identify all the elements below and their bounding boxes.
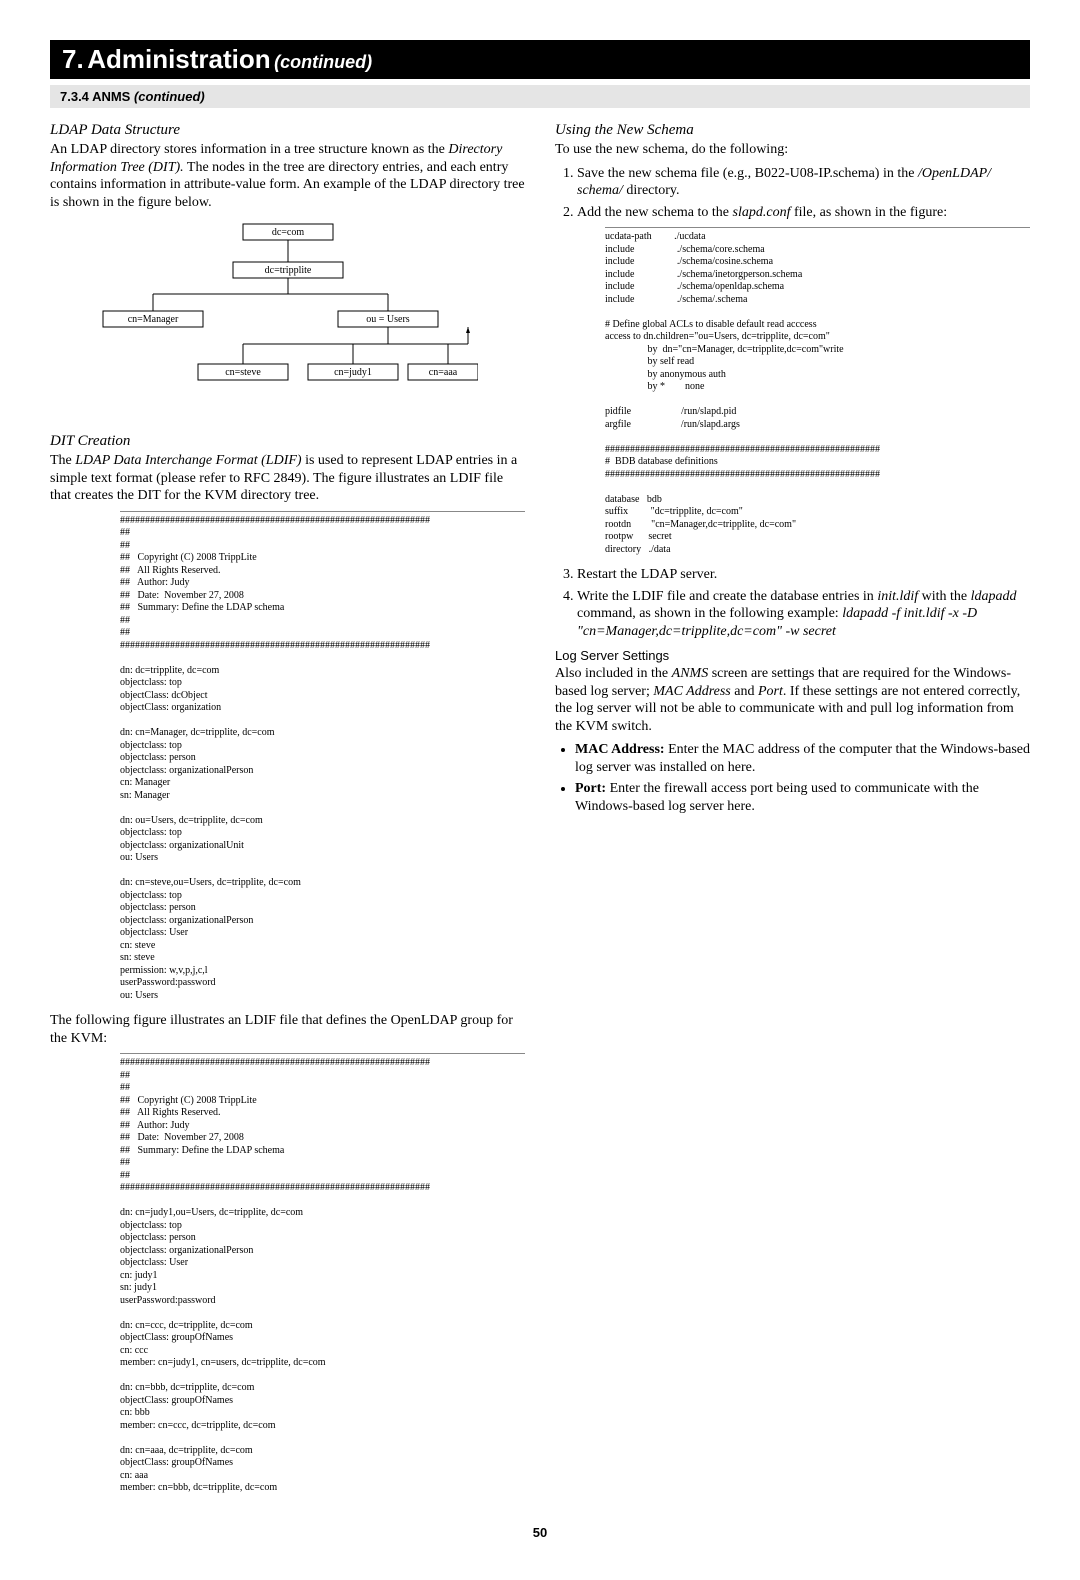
mac-em: MAC Address xyxy=(653,684,730,699)
text: Also included in the xyxy=(555,666,672,681)
node-cn-judy1: cn=judy1 xyxy=(334,367,372,378)
slapd-conf-code: ucdata-path ./ucdata include ./schema/co… xyxy=(605,227,1030,556)
step-1: Save the new schema file (e.g., B022-U08… xyxy=(577,165,1030,200)
text: command, as shown in the following examp… xyxy=(577,606,842,621)
section-continued: (continued) xyxy=(134,89,205,104)
text: Enter the firewall access port being use… xyxy=(575,781,979,814)
section-number: 7.3.4 xyxy=(60,89,89,104)
text: Add the new schema to the xyxy=(577,205,733,220)
ldif-group-intro: The following figure illustrates an LDIF… xyxy=(50,1012,525,1047)
page-number: 50 xyxy=(50,1525,1030,1540)
left-column: LDAP Data Structure An LDAP directory st… xyxy=(50,118,525,1505)
node-cn-steve: cn=steve xyxy=(225,367,261,378)
node-cn-aaa: cn=aaa xyxy=(428,367,457,378)
node-cn-manager: cn=Manager xyxy=(127,314,178,325)
ldif-term: LDAP Data Interchange Format (LDIF) xyxy=(75,453,301,468)
text: Write the LDIF file and create the datab… xyxy=(577,589,877,604)
section-header: 7.3.4 ANMS (continued) xyxy=(50,85,1030,108)
ldap-ds-heading: LDAP Data Structure xyxy=(50,122,525,139)
text: directory. xyxy=(623,183,680,198)
dit-creation-heading: DIT Creation xyxy=(50,433,525,450)
text: file, as shown in the figure: xyxy=(790,205,947,220)
ldap-ds-para: An LDAP directory stores information in … xyxy=(50,141,525,211)
chapter-continued: (continued) xyxy=(274,52,372,72)
node-dc-com: dc=com xyxy=(271,227,304,238)
node-dc-tripplite: dc=tripplite xyxy=(264,265,311,276)
step-3: Restart the LDAP server. xyxy=(577,566,1030,584)
ldif-dit-code: ########################################… xyxy=(120,511,525,1003)
chapter-number: 7. xyxy=(62,44,84,74)
text: The xyxy=(50,453,75,468)
right-column: Using the New Schema To use the new sche… xyxy=(555,118,1030,1505)
port-em: Port xyxy=(758,684,783,699)
log-server-para: Also included in the ANMS screen are set… xyxy=(555,665,1030,735)
slapd-conf-em: slapd.conf xyxy=(733,205,791,220)
using-schema-heading: Using the New Schema xyxy=(555,122,1030,139)
text: Save the new schema file (e.g., B022-U08… xyxy=(577,166,918,181)
schema-steps-list: Save the new schema file (e.g., B022-U08… xyxy=(555,165,1030,222)
step-4: Write the LDIF file and create the datab… xyxy=(577,588,1030,641)
using-schema-intro: To use the new schema, do the following: xyxy=(555,141,1030,159)
chapter-title: Administration xyxy=(87,44,270,74)
text: with the xyxy=(918,589,971,604)
log-server-heading: Log Server Settings xyxy=(555,648,1030,663)
bullet-mac: MAC Address: Enter the MAC address of th… xyxy=(575,741,1030,776)
init-ldif-em: init.ldif xyxy=(877,589,918,604)
schema-steps-list-2: Restart the LDAP server. Write the LDIF … xyxy=(555,566,1030,640)
port-label: Port: xyxy=(575,781,606,796)
dit-creation-para: The LDAP Data Interchange Format (LDIF) … xyxy=(50,452,525,505)
dit-tree-diagram: dc=com dc=tripplite cn=Manager ou = User… xyxy=(50,219,525,419)
anms-em: ANMS xyxy=(672,666,709,681)
text: and xyxy=(731,684,758,699)
bullet-port: Port: Enter the firewall access port bei… xyxy=(575,780,1030,815)
ldif-group-code: ########################################… xyxy=(120,1053,525,1495)
mac-label: MAC Address: xyxy=(575,742,665,757)
node-ou-users: ou = Users xyxy=(366,314,410,325)
ldapadd-em: ldapadd xyxy=(971,589,1017,604)
log-server-bullets: MAC Address: Enter the MAC address of th… xyxy=(555,741,1030,815)
step-2: Add the new schema to the slapd.conf fil… xyxy=(577,204,1030,222)
chapter-header: 7. Administration (continued) xyxy=(50,40,1030,79)
section-title: ANMS xyxy=(92,89,130,104)
text: An LDAP directory stores information in … xyxy=(50,142,448,157)
